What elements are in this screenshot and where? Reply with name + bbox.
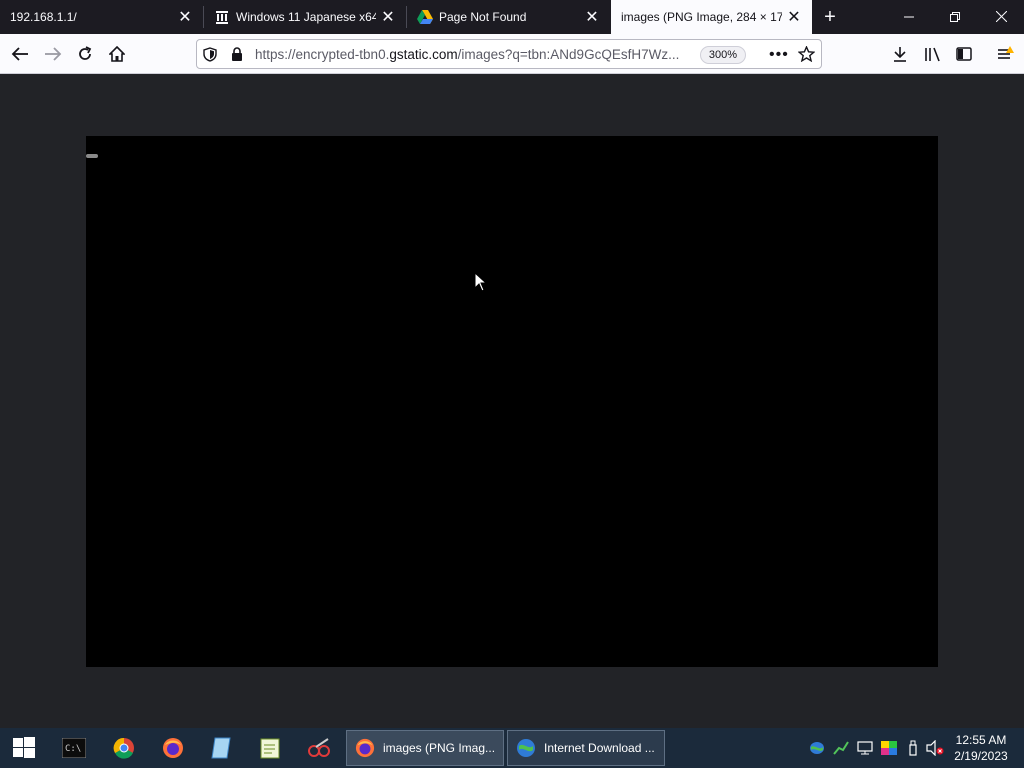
close-tab-icon[interactable]: ✕ <box>376 5 400 29</box>
mouse-cursor-icon <box>474 272 486 292</box>
tab-label: 192.168.1.1/ <box>10 10 77 24</box>
new-tab-button[interactable]: + <box>818 5 842 29</box>
color-tray-icon[interactable] <box>880 738 898 758</box>
address-bar[interactable]: https://encrypted-tbn0.gstatic.com/image… <box>196 39 822 69</box>
network-activity-tray-icon[interactable] <box>832 738 850 758</box>
internet-download-manager-icon <box>516 738 536 758</box>
tab-label: Windows 11 Japanese x64 <box>236 10 376 24</box>
tab-label: images (PNG Image, 284 × 177 <box>621 10 782 24</box>
page-content <box>0 74 1024 728</box>
tab-label: Page Not Found <box>439 10 527 24</box>
tab-windows11[interactable]: Windows 11 Japanese x64 ✕ <box>204 0 406 34</box>
command-prompt-icon[interactable]: C:\ <box>50 728 98 768</box>
png-image[interactable] <box>86 136 938 667</box>
taskbar-app-label: Internet Download ... <box>544 741 655 755</box>
image-artifact <box>86 154 98 158</box>
url-host: gstatic.com <box>389 47 458 62</box>
downloads-button[interactable] <box>886 40 914 68</box>
zoom-level-badge[interactable]: 300% <box>700 46 746 64</box>
close-tab-icon[interactable]: ✕ <box>580 5 604 29</box>
url-prefix: https://encrypted-tbn0. <box>255 47 390 62</box>
system-clock[interactable]: 12:55 AM 2/19/2023 <box>952 732 1010 764</box>
close-tab-icon[interactable]: ✕ <box>173 5 197 29</box>
navigation-toolbar: https://encrypted-tbn0.gstatic.com/image… <box>0 34 1024 74</box>
page-actions-menu-icon[interactable]: ••• <box>769 46 789 64</box>
volume-muted-icon[interactable] <box>926 738 944 758</box>
url-suffix: /images?q=tbn:ANd9GcQEsfH7Wz... <box>457 47 680 62</box>
idm-tray-icon[interactable] <box>808 738 826 758</box>
snipping-tool-icon[interactable] <box>296 728 344 768</box>
bookmark-star-icon[interactable] <box>797 45 816 67</box>
google-drive-icon <box>417 9 433 25</box>
taskbar: C:\ images (PNG Imag... Internet Downloa… <box>0 728 1024 768</box>
url-text[interactable]: https://encrypted-tbn0.gstatic.com/image… <box>255 47 691 62</box>
close-tab-icon[interactable]: ✕ <box>782 5 806 29</box>
main-menu-button[interactable] <box>991 40 1019 68</box>
notepad-icon[interactable] <box>197 728 245 768</box>
reload-button[interactable] <box>71 40 99 68</box>
sidebar-toggle-button[interactable] <box>950 40 978 68</box>
tab-router[interactable]: 192.168.1.1/ ✕ <box>0 0 203 34</box>
start-button[interactable] <box>0 728 48 768</box>
minimize-button[interactable] <box>886 0 932 33</box>
museum-icon <box>214 9 230 25</box>
taskbar-firefox-window[interactable]: images (PNG Imag... <box>346 730 504 766</box>
home-button[interactable] <box>103 40 131 68</box>
back-button[interactable] <box>6 40 34 68</box>
usb-tray-icon[interactable] <box>904 738 922 758</box>
tab-page-not-found[interactable]: Page Not Found ✕ <box>407 0 610 34</box>
tab-images-png[interactable]: images (PNG Image, 284 × 177 ✕ <box>611 0 812 34</box>
taskbar-idm-window[interactable]: Internet Download ... <box>507 730 665 766</box>
firefox-icon <box>355 738 375 758</box>
lock-icon[interactable] <box>231 47 243 66</box>
close-window-button[interactable] <box>978 0 1024 33</box>
notepadplusplus-icon[interactable] <box>246 728 294 768</box>
firefox-icon[interactable] <box>149 728 197 768</box>
clock-date: 2/19/2023 <box>954 749 1008 763</box>
svg-text:C:\: C:\ <box>65 744 81 754</box>
restore-button[interactable] <box>932 0 978 33</box>
tracking-protection-shield-icon[interactable] <box>203 47 217 67</box>
display-tray-icon[interactable] <box>856 738 874 758</box>
library-button[interactable] <box>918 40 946 68</box>
tab-strip: 192.168.1.1/ ✕ Windows 11 Japanese x64 ✕… <box>0 0 1024 34</box>
taskbar-app-label: images (PNG Imag... <box>383 741 496 755</box>
forward-button[interactable] <box>39 40 67 68</box>
clock-time: 12:55 AM <box>955 733 1007 747</box>
chrome-icon[interactable] <box>100 728 148 768</box>
